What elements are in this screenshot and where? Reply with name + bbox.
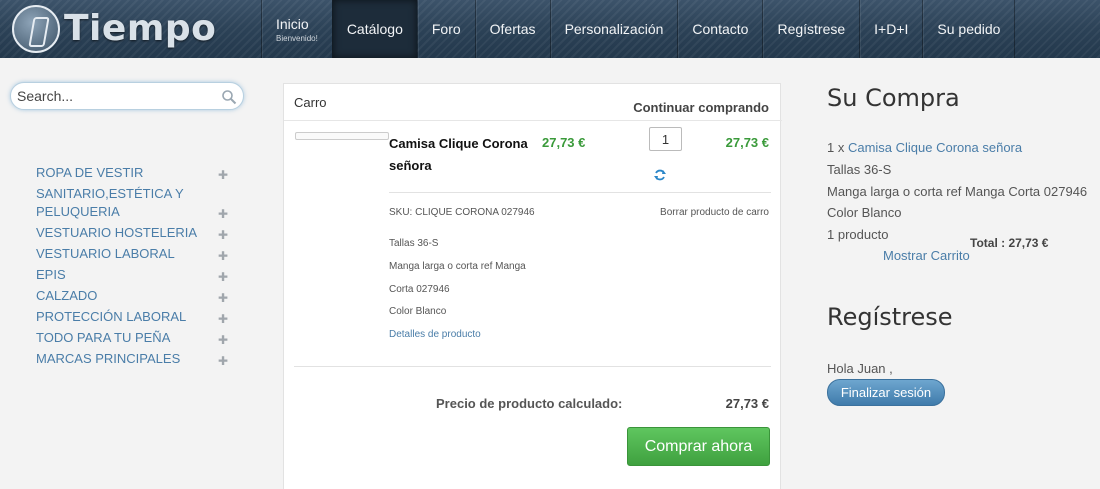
logo-icon xyxy=(12,5,60,53)
nav-item-inicio[interactable]: Inicio Bienvenido! xyxy=(261,0,332,58)
search-icon[interactable] xyxy=(221,89,237,105)
nav-item-registrese[interactable]: Regístrese xyxy=(762,0,859,58)
nav-item-label: Regístrese xyxy=(777,21,846,37)
cart-panel: Carro Continuar comprando Camisa Clique … xyxy=(283,83,782,489)
product-detail-line: Color Blanco xyxy=(389,306,447,317)
category-calzado[interactable]: CALZADO ✚ xyxy=(36,285,232,306)
purchase-product-link[interactable]: Camisa Clique Corona señora xyxy=(848,140,1022,155)
nav-item-label: I+D+I xyxy=(874,21,909,37)
nav-item-label: Ofertas xyxy=(489,21,536,37)
nav-item-subtitle: Bienvenido! xyxy=(276,33,318,43)
show-cart-link[interactable]: Mostrar Carrito xyxy=(883,248,970,263)
product-details-link[interactable]: Detalles de producto xyxy=(389,329,481,340)
refresh-icon[interactable] xyxy=(653,168,667,182)
line-total: 27,73 € xyxy=(725,135,769,150)
calculated-price-value: 27,73 € xyxy=(725,396,769,411)
divider xyxy=(294,366,771,367)
category-proteccion-laboral[interactable]: PROTECCIÓN LABORAL ✚ xyxy=(36,306,232,327)
category-label: MARCAS PRINCIPALES xyxy=(36,351,181,366)
purchase-total: Total : 27,73 € xyxy=(970,236,1049,250)
product-sku: SKU: CLIQUE CORONA 027946 xyxy=(389,207,535,218)
category-label: PROTECCIÓN LABORAL xyxy=(36,309,187,324)
plus-icon[interactable]: ✚ xyxy=(218,229,228,241)
logout-button[interactable]: Finalizar sesión xyxy=(827,379,945,406)
remove-product-link[interactable]: Borrar producto de carro xyxy=(660,207,769,218)
category-label: SANITARIO,ESTÉTICA Y PELUQUERIA xyxy=(36,186,184,219)
nav-item-ofertas[interactable]: Ofertas xyxy=(474,0,550,58)
calculated-price-label: Precio de producto calculado: xyxy=(436,396,623,411)
category-ropa-de-vestir[interactable]: ROPA DE VESTIR ✚ xyxy=(36,162,232,183)
nav-item-catalogo[interactable]: Catálogo xyxy=(331,0,417,58)
search-box xyxy=(10,82,244,110)
purchase-detail-line: Tallas 36-S xyxy=(827,162,892,177)
category-marcas-principales[interactable]: MARCAS PRINCIPALES ✚ xyxy=(36,348,232,369)
plus-icon[interactable]: ✚ xyxy=(218,271,228,283)
cart-title: Carro xyxy=(294,95,327,110)
purchase-qty: 1 x xyxy=(827,140,845,155)
nav-item-label: Foro xyxy=(431,21,461,37)
nav-item-label: Catálogo xyxy=(346,21,403,37)
category-label: TODO PARA TU PEÑA xyxy=(36,330,171,345)
unit-price: 27,73 € xyxy=(542,135,586,150)
nav-item-su-pedido[interactable]: Su pedido xyxy=(922,0,1016,58)
product-thumbnail[interactable] xyxy=(295,132,389,140)
search-input[interactable] xyxy=(17,86,217,106)
product-detail-line: Corta 027946 xyxy=(389,284,450,295)
category-label: ROPA DE VESTIR xyxy=(36,165,144,180)
category-label: CALZADO xyxy=(36,288,98,303)
divider xyxy=(389,192,771,193)
category-epis[interactable]: EPIS ✚ xyxy=(36,264,232,285)
nav-item-foro[interactable]: Foro xyxy=(416,0,475,58)
main-nav: Inicio Bienvenido! Catálogo Foro Ofertas… xyxy=(261,0,1016,58)
user-greeting: Hola Juan , xyxy=(827,361,893,376)
plus-icon[interactable]: ✚ xyxy=(218,169,228,181)
nav-item-contacto[interactable]: Contacto xyxy=(677,0,762,58)
purchase-count: 1 producto xyxy=(827,227,889,242)
nav-item-label: Inicio xyxy=(276,15,309,32)
buy-now-button[interactable]: Comprar ahora xyxy=(627,427,770,466)
category-vestuario-hosteleria[interactable]: VESTUARIO HOSTELERIA ✚ xyxy=(36,222,232,243)
plus-icon[interactable]: ✚ xyxy=(218,313,228,325)
category-vestuario-laboral[interactable]: VESTUARIO LABORAL ✚ xyxy=(36,243,232,264)
nav-item-label: Su pedido xyxy=(937,21,1001,37)
category-sanitario[interactable]: SANITARIO,ESTÉTICA Y PELUQUERIA ✚ xyxy=(36,183,232,222)
plus-icon[interactable]: ✚ xyxy=(218,292,228,304)
plus-icon[interactable]: ✚ xyxy=(218,355,228,367)
top-header: Tiempo Inicio Bienvenido! Catálogo Foro … xyxy=(0,0,1100,58)
category-label: VESTUARIO LABORAL xyxy=(36,246,175,261)
category-menu: ROPA DE VESTIR ✚ SANITARIO,ESTÉTICA Y PE… xyxy=(36,162,232,369)
nav-item-idi[interactable]: I+D+I xyxy=(859,0,922,58)
plus-icon[interactable]: ✚ xyxy=(218,334,228,346)
category-todo-para-tu-pena[interactable]: TODO PARA TU PEÑA ✚ xyxy=(36,327,232,348)
product-name-link[interactable]: Camisa Clique Corona señora xyxy=(389,133,539,177)
purchase-title: Su Compra xyxy=(827,84,960,112)
divider xyxy=(284,120,782,121)
plus-icon[interactable]: ✚ xyxy=(218,250,228,262)
purchase-item: 1 x Camisa Clique Corona señora xyxy=(827,140,1022,155)
logo-text: Tiempo xyxy=(64,8,217,49)
plus-icon[interactable]: ✚ xyxy=(218,208,228,220)
site-logo[interactable]: Tiempo xyxy=(12,5,216,53)
nav-item-label: Contacto xyxy=(692,21,749,37)
purchase-detail-line: Color Blanco xyxy=(827,205,902,220)
product-detail-line: Manga larga o corta ref Manga xyxy=(389,261,526,272)
nav-item-personalizacion[interactable]: Personalización xyxy=(549,0,678,58)
category-label: VESTUARIO HOSTELERIA xyxy=(36,225,198,240)
quantity-input[interactable] xyxy=(649,127,682,151)
continue-shopping-link[interactable]: Continuar comprando xyxy=(633,100,769,115)
purchase-detail-line: Manga larga o corta ref Manga Corta 0279… xyxy=(827,184,1088,199)
register-title: Regístrese xyxy=(827,303,953,331)
category-label: EPIS xyxy=(36,267,66,282)
nav-item-label: Personalización xyxy=(564,21,664,37)
product-detail-line: Tallas 36-S xyxy=(389,238,439,249)
